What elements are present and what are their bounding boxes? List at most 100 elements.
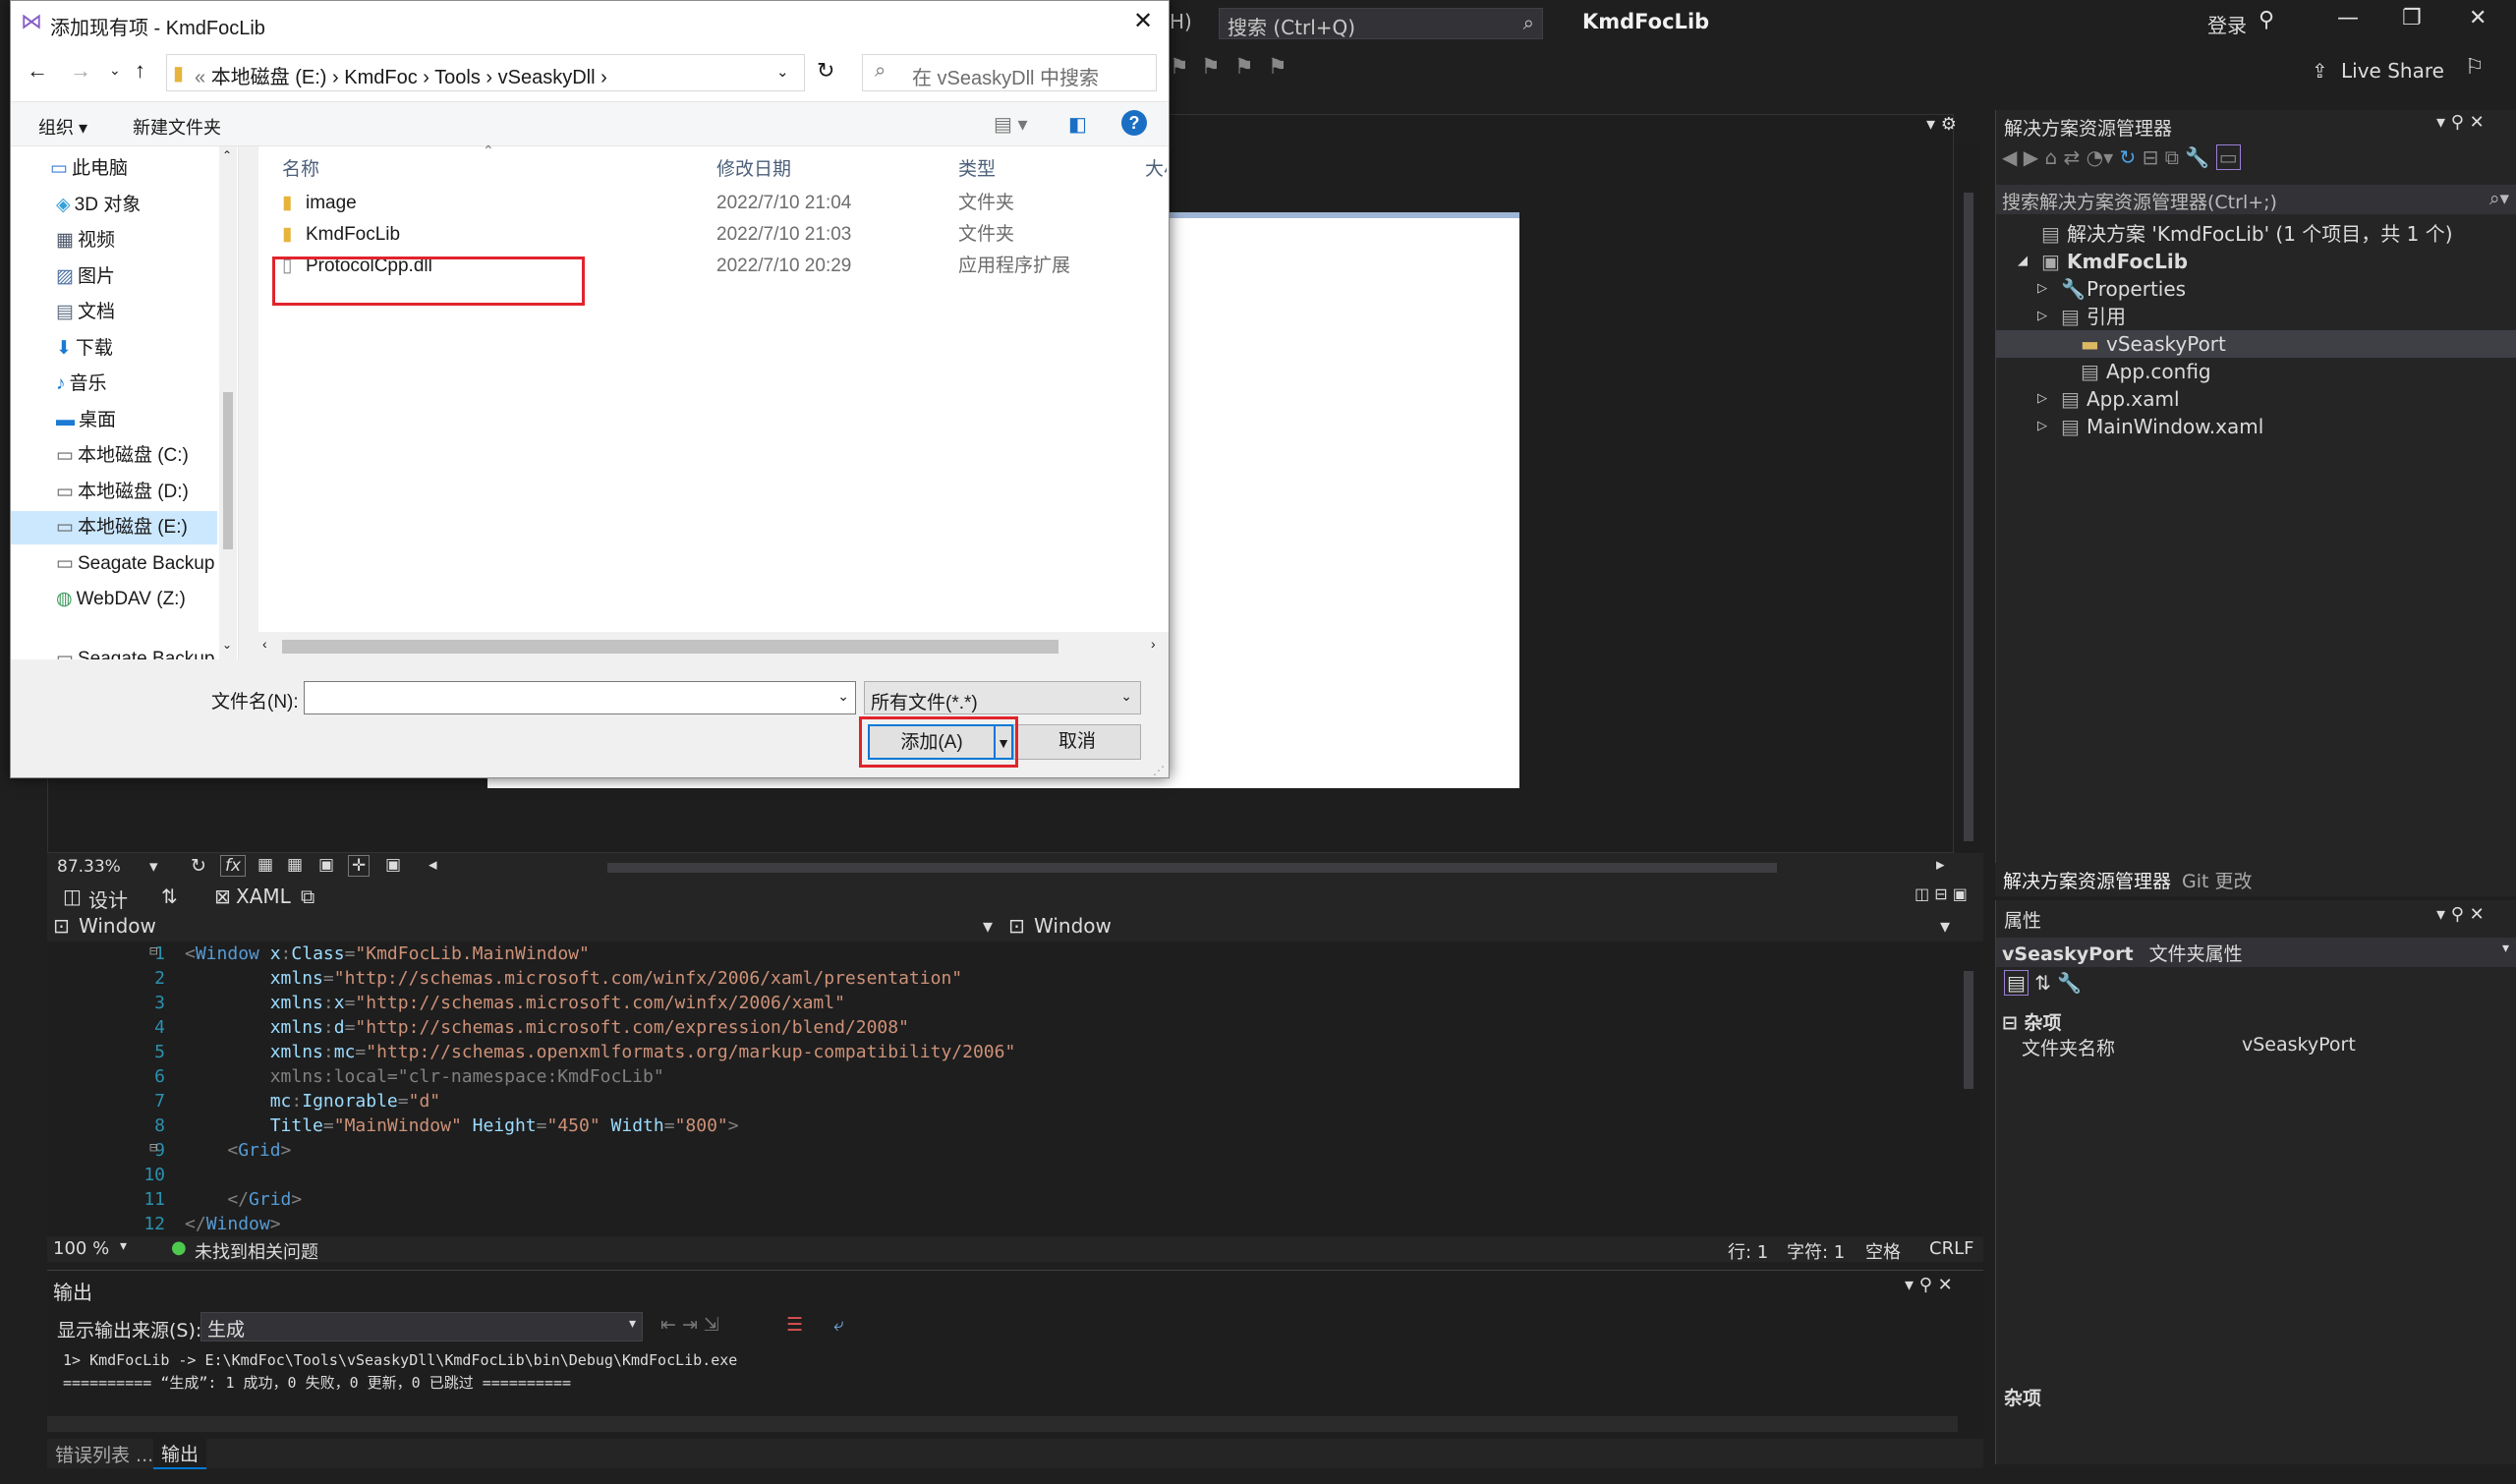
breadcrumb[interactable]: ▮ « 本地磁盘 (E:) › KmdFoc › Tools › vSeasky… — [166, 54, 805, 91]
breadcrumb-segment[interactable]: vSeaskyDll — [498, 67, 596, 88]
editor-zoom[interactable]: 100 % — [53, 1238, 109, 1259]
nav-item[interactable]: ◍ WebDAV (Z:) — [56, 583, 186, 616]
nav-item[interactable]: ▭ 此电脑 — [50, 152, 128, 186]
code-line[interactable]: 6 xmlns:local="clr-namespace:KmdFocLib" — [47, 1064, 1954, 1089]
nav-item[interactable]: ▬ 桌面 — [56, 404, 116, 437]
collapse-window-icon[interactable]: ⊟ — [149, 943, 157, 959]
recent-locations-chevron-icon[interactable]: ⌄ — [109, 62, 121, 79]
grid-snap-icon[interactable]: ▦ — [287, 855, 303, 875]
editor-zoom-chevron-icon[interactable]: ▾ — [120, 1238, 127, 1254]
property-pages-icon[interactable]: 🔧 — [2057, 971, 2082, 995]
file-scroll-right-icon[interactable]: › — [1151, 636, 1156, 652]
code-line[interactable]: 2 xmlns="http://schemas.microsoft.com/wi… — [47, 966, 1954, 991]
fx-icon[interactable]: fx — [220, 855, 247, 877]
designer-zoom[interactable]: 87.33% — [57, 857, 121, 877]
nav-item[interactable]: ▨ 图片 — [56, 260, 115, 294]
clear-all-icon[interactable]: ☰ — [786, 1314, 803, 1336]
bookmark-clear-icon[interactable]: ⚑ — [1268, 55, 1287, 80]
cursor-column[interactable]: 字符: 1 — [1787, 1238, 1845, 1264]
minimize-button[interactable]: — — [2337, 6, 2359, 30]
vs-search-box[interactable]: 搜索 (Ctrl+Q) ⌕ — [1219, 8, 1543, 39]
tree-expander-icon[interactable]: ▷ — [2037, 303, 2047, 330]
forward-arrow-icon[interactable]: → — [70, 58, 91, 84]
tab-xaml[interactable]: XAML — [236, 885, 291, 908]
output-source-dropdown[interactable]: 生成 ▾ — [200, 1312, 643, 1341]
resize-grip-icon[interactable]: ⋰ — [1153, 764, 1165, 777]
nav-item[interactable]: ▤ 文档 — [56, 296, 115, 329]
nav-scroll-down-icon[interactable]: ⌄ — [222, 638, 232, 652]
pending-changes-icon[interactable]: ◔▾ — [2087, 145, 2114, 169]
sync-icon[interactable]: ↻ — [2120, 145, 2137, 169]
refresh-icon[interactable]: ↻ — [191, 855, 206, 877]
properties-object-selector[interactable]: vSeaskyPort 文件夹属性 ▾ — [1996, 938, 2516, 967]
scroll-right-icon[interactable]: ▸ — [1936, 855, 1945, 875]
zoom-dropdown-icon[interactable]: ▾ — [149, 857, 158, 877]
preview-icon[interactable]: ▭ — [2215, 144, 2241, 170]
nav-item[interactable]: ▭ Seagate Backup — [56, 643, 214, 660]
nav-item[interactable]: ▭ 本地磁盘 (E:) — [11, 511, 217, 544]
column-header-type[interactable]: 类型 — [958, 154, 996, 181]
file-horizontal-scrollbar[interactable]: ‹ › — [258, 632, 1169, 659]
column-header-size[interactable]: 大小 — [1145, 154, 1167, 181]
solution-tree-item[interactable]: ▤ 解决方案 'KmdFocLib' (1 个项目，共 1 个) — [1996, 220, 2516, 248]
live-share-button[interactable]: Live Share — [2341, 59, 2444, 83]
solution-tree-item[interactable]: ▷ ▤ 引用 — [1996, 303, 2516, 330]
code-line[interactable]: 4 xmlns:d="http://schemas.microsoft.com/… — [47, 1015, 1954, 1040]
file-scroll-left-icon[interactable]: ‹ — [262, 636, 267, 652]
cancel-button[interactable]: 取消 — [1013, 724, 1141, 760]
tree-expander-icon[interactable]: ▷ — [2037, 413, 2047, 440]
dialog-search-input[interactable]: ⌕ 在 vSeaskyDll 中搜索 — [862, 54, 1157, 91]
back-icon[interactable]: ◀ ▶ — [2002, 145, 2038, 169]
tab-solution-explorer[interactable]: 解决方案资源管理器 — [2003, 867, 2171, 893]
file-row[interactable]: ▮ KmdFocLib 2022/7/10 21:03 文件夹 — [270, 219, 1155, 251]
solution-tree-item[interactable]: ▬ vSeaskyPort — [1996, 330, 2516, 358]
word-wrap-icon[interactable]: ⤶ — [833, 1314, 844, 1336]
popout-xaml-icon[interactable]: ⧉ — [301, 885, 314, 908]
new-folder-button[interactable]: 新建文件夹 — [133, 114, 221, 140]
alphabetical-icon[interactable]: ⇅ — [2034, 971, 2051, 995]
code-line[interactable]: 1 <Window x:Class="KmdFocLib.MainWindow" — [47, 942, 1954, 966]
xaml-scroll-thumb[interactable] — [1964, 971, 1973, 1089]
tab-output[interactable]: 输出 — [153, 1439, 207, 1469]
home-icon[interactable]: ⌂ — [2044, 145, 2057, 169]
property-value[interactable]: vSeaskyPort — [2242, 1034, 2356, 1056]
properties-window-controls[interactable]: ▾ ⚲ ✕ — [2436, 904, 2485, 925]
show-all-files-icon[interactable]: ⧉ — [2165, 145, 2179, 169]
nav-item[interactable]: ⬇ 下载 — [56, 332, 113, 366]
collapse-all-icon[interactable]: ⊟ — [2143, 145, 2159, 169]
code-line[interactable]: 7 mc:Ignorable="d" — [47, 1089, 1954, 1113]
collapse-grid-icon[interactable]: ⊟ — [149, 1140, 157, 1156]
file-scroll-thumb[interactable] — [282, 640, 1058, 654]
code-line[interactable]: 11 </Grid> — [47, 1187, 1954, 1212]
help-icon[interactable]: ? — [1121, 110, 1147, 136]
nav-scroll-up-icon[interactable]: ⌃ — [222, 148, 232, 162]
code-line[interactable]: 3 xmlns:x="http://schemas.microsoft.com/… — [47, 991, 1954, 1015]
breadcrumb-overflow[interactable]: « — [195, 67, 205, 88]
swap-panes-button[interactable]: ⇅ — [161, 885, 178, 908]
artboard-icon[interactable]: ▣ — [318, 855, 334, 875]
restore-button[interactable]: ❐ — [2402, 6, 2422, 30]
code-line[interactable]: 5 xmlns:mc="http://schemas.openxmlformat… — [47, 1040, 1954, 1064]
nav-item[interactable]: ◈ 3D 对象 — [56, 189, 141, 222]
tab-error-list[interactable]: 错误列表 ... — [55, 1441, 153, 1467]
live-share-icon[interactable]: ⇪ — [2312, 59, 2328, 83]
code-line[interactable]: 10 — [47, 1163, 1954, 1187]
login-link[interactable]: 登录 — [2207, 10, 2247, 38]
nav-item[interactable]: ♪ 音乐 — [56, 368, 107, 401]
back-arrow-icon[interactable]: ← — [27, 58, 48, 84]
tree-expander-icon[interactable]: ▷ — [2037, 385, 2047, 413]
bookmark-icon[interactable]: ⚑ — [1170, 55, 1189, 80]
snap-lines-icon[interactable]: ✛ — [348, 855, 371, 877]
output-nav-icons[interactable]: ⇤ ⇥ ⇲ — [660, 1314, 719, 1336]
right-scope-chevron-icon[interactable]: ▾ — [1940, 914, 1950, 938]
cursor-row[interactable]: 行: 1 — [1728, 1238, 1768, 1264]
designer-scroll-thumb[interactable] — [1964, 193, 1973, 841]
filename-input[interactable]: ⌄ — [304, 681, 856, 714]
nav-item[interactable]: ▭ 本地磁盘 (D:) — [56, 476, 189, 509]
left-scope-chevron-icon[interactable]: ▾ — [983, 914, 993, 938]
solution-tree-item[interactable]: ▷ ▤ App.xaml — [1996, 385, 2516, 413]
column-header-name[interactable]: 名称 — [282, 154, 319, 181]
feedback-icon[interactable]: ⚐ — [2465, 55, 2485, 80]
nav-scrollbar[interactable]: ⌃ ⌄ — [219, 146, 237, 659]
close-window-button[interactable]: ✕ — [2469, 6, 2487, 30]
